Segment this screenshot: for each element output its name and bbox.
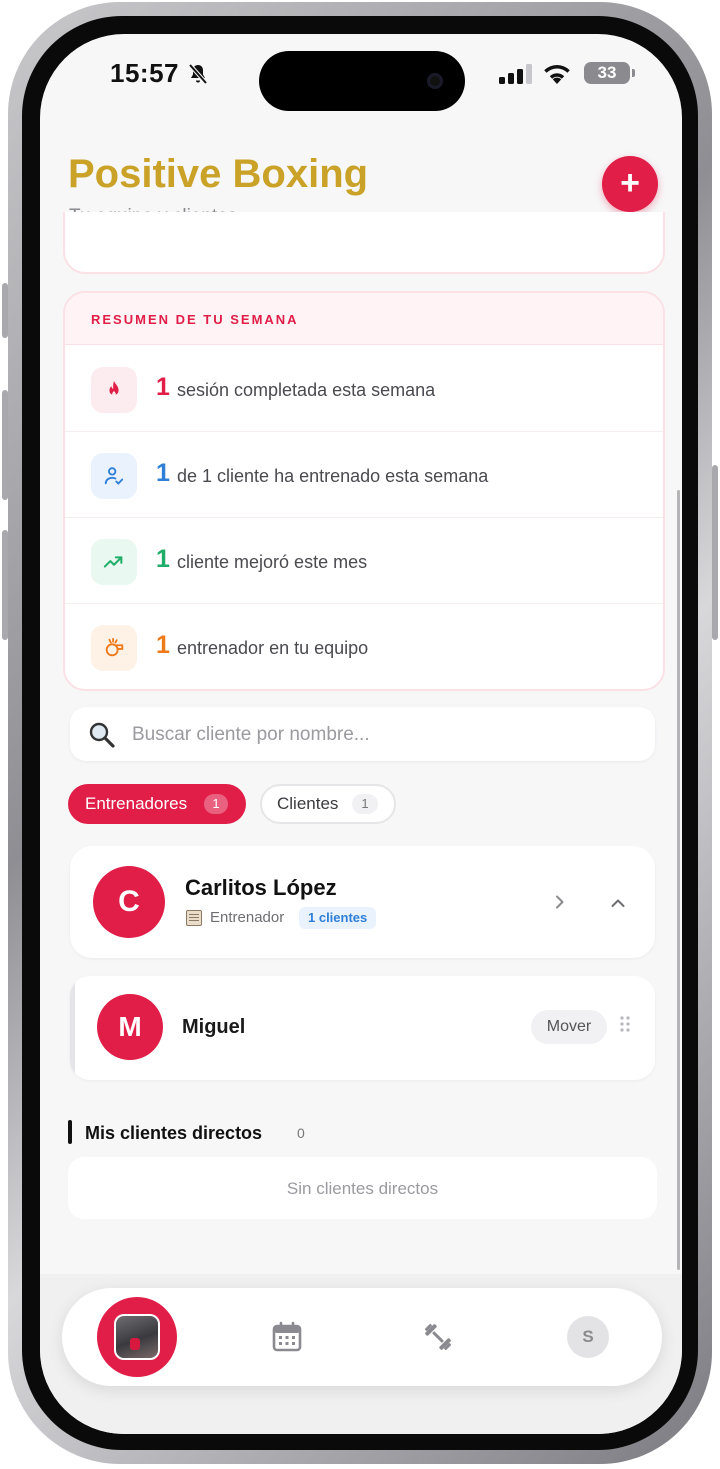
- summary-row-sessions: 1 sesión completada esta semana: [65, 345, 663, 432]
- wifi-icon: [544, 65, 570, 84]
- tab-entrenadores[interactable]: Entrenadores 1: [68, 784, 246, 824]
- previous-card-edge: [63, 212, 665, 274]
- weekly-summary-header: RESUMEN DE TU SEMANA: [65, 293, 663, 345]
- summary-number: 1: [156, 545, 170, 573]
- tab-label: Entrenadores: [85, 794, 188, 813]
- summary-row-improved: 1 cliente mejoró este mes: [65, 517, 663, 604]
- drag-handle-icon[interactable]: [619, 1015, 631, 1033]
- direct-clients-count: 0: [297, 1125, 305, 1141]
- flame-icon: [91, 367, 137, 413]
- app-title: Positive Boxing: [68, 152, 369, 196]
- battery-indicator: 33: [584, 62, 630, 84]
- nav-profile-avatar[interactable]: S: [567, 1316, 609, 1358]
- search-icon: [89, 722, 115, 748]
- weekly-summary-title: RESUMEN DE TU SEMANA: [91, 312, 299, 327]
- tab-clientes[interactable]: Clientes 1: [260, 784, 396, 824]
- clipboard-icon: [186, 910, 202, 926]
- tab-count-badge: 1: [352, 794, 378, 814]
- calendar-icon[interactable]: [271, 1321, 303, 1353]
- client-avatar: M: [97, 994, 163, 1060]
- direct-clients-empty-state: Sin clientes directos: [68, 1157, 657, 1219]
- summary-number: 1: [156, 631, 170, 659]
- home-thumbnail-icon: [114, 1314, 160, 1360]
- bell-slash-icon: [188, 63, 208, 85]
- client-name: Miguel: [182, 1016, 246, 1038]
- move-button[interactable]: Mover: [531, 1010, 607, 1044]
- camera-icon: [427, 73, 443, 89]
- section-marker: [68, 1120, 72, 1144]
- dynamic-island: [259, 51, 465, 111]
- weekly-summary-card: RESUMEN DE TU SEMANA 1 sesión completada…: [63, 291, 665, 691]
- tab-label: Clientes: [277, 794, 339, 813]
- battery-tip: [632, 69, 635, 77]
- chevron-up-icon[interactable]: [611, 896, 625, 910]
- client-row[interactable]: M Miguel Mover: [70, 976, 655, 1080]
- trainer-avatar: C: [93, 866, 165, 938]
- user-check-icon: [91, 453, 137, 499]
- clients-count-badge: 1 clientes: [299, 907, 377, 929]
- summary-text: cliente mejoró este mes: [177, 552, 368, 572]
- summary-text: de 1 cliente ha entrenado esta semana: [177, 466, 489, 486]
- client-search-bar[interactable]: [70, 707, 655, 763]
- cellular-signal-icon: [499, 64, 532, 84]
- chevron-right-icon[interactable]: [553, 895, 567, 909]
- summary-number: 1: [156, 459, 170, 487]
- dumbbell-icon[interactable]: [422, 1321, 454, 1353]
- trending-up-icon: [91, 539, 137, 585]
- status-time: 15:57: [110, 58, 179, 88]
- summary-text: sesión completada esta semana: [177, 380, 436, 400]
- trainer-name: Carlitos López: [185, 875, 337, 900]
- app-screen: 15:57 33 Positive Boxing Tu equipo y cli…: [40, 34, 682, 1434]
- direct-clients-title: Mis clientes directos: [85, 1123, 263, 1143]
- whistle-icon: [91, 625, 137, 671]
- search-input[interactable]: [130, 707, 634, 763]
- bottom-nav: S: [62, 1288, 662, 1386]
- add-button[interactable]: +: [602, 156, 658, 212]
- client-row-indent: [70, 976, 75, 1080]
- summary-number: 1: [156, 373, 170, 401]
- empty-state-text: Sin clientes directos: [286, 1179, 439, 1198]
- summary-row-clients-trained: 1 de 1 cliente ha entrenado esta semana: [65, 431, 663, 518]
- trainer-card[interactable]: C Carlitos López Entrenador 1 clientes: [70, 846, 655, 958]
- nav-home-tab[interactable]: [97, 1297, 177, 1377]
- tab-count-badge: 1: [204, 794, 228, 814]
- summary-row-trainers: 1 entrenador en tu equipo: [65, 603, 663, 689]
- power-button: [712, 465, 718, 640]
- trainer-role: Entrenador: [210, 909, 285, 926]
- summary-text: entrenador en tu equipo: [177, 638, 369, 658]
- scrollbar[interactable]: [677, 490, 680, 1270]
